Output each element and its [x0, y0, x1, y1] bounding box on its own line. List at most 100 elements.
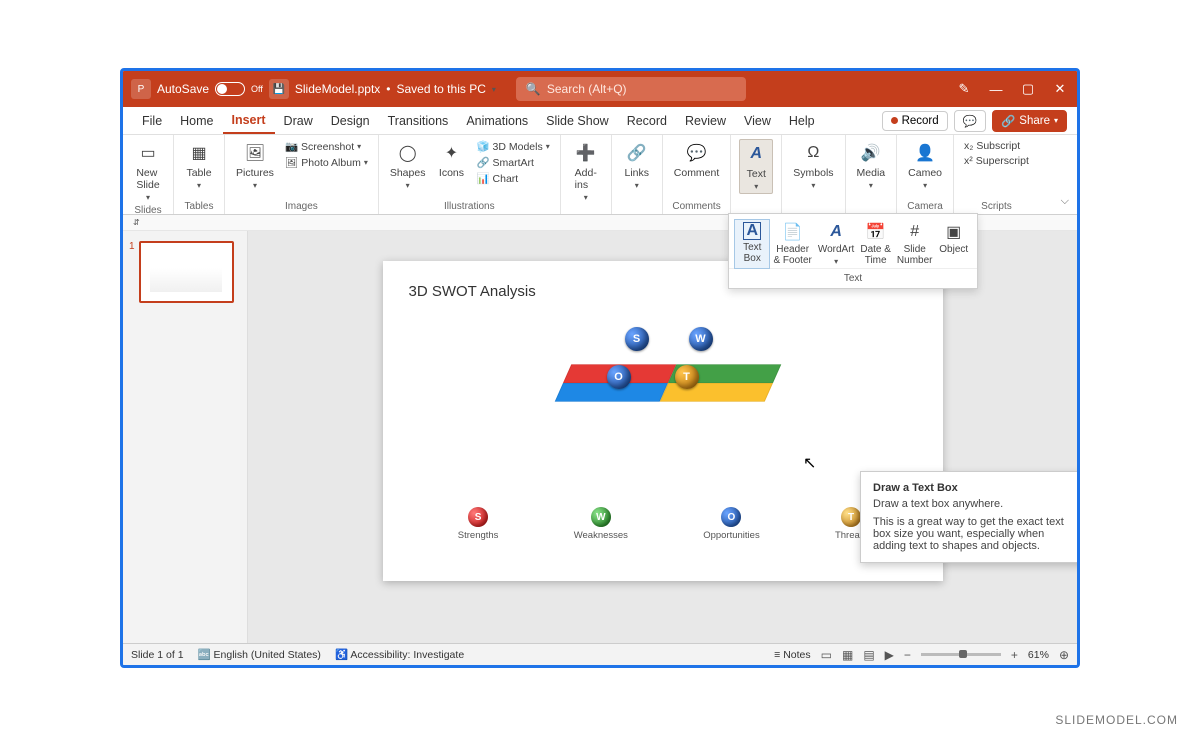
tooltip-line2: This is a great way to get the exact tex… [873, 516, 1077, 552]
ribbon: ▭New Slide▾ Slides ▦Table▾ Tables 🖼Pictu… [123, 135, 1077, 215]
cameo-icon: 👤 [912, 141, 938, 165]
zoom-level[interactable]: 61% [1028, 649, 1049, 661]
zoom-slider[interactable] [921, 653, 1001, 656]
menu-home[interactable]: Home [171, 107, 222, 134]
thumbnail-panel[interactable]: 1 [123, 231, 248, 643]
subscript-button[interactable]: x₂ Subscript [962, 139, 1031, 153]
pictures-icon: 🖼 [242, 141, 268, 165]
menu-animations[interactable]: Animations [457, 107, 537, 134]
group-camera: 👤Cameo▾Camera [897, 135, 954, 214]
swot-legend: SStrengths WWeaknesses OOpportunities TT… [383, 507, 943, 541]
text-flyout: AText Box 📄Header & Footer AWordArt▾ 📅Da… [728, 213, 978, 289]
legend-strengths: SStrengths [458, 507, 499, 541]
autosave-state: Off [251, 84, 263, 94]
media-button[interactable]: 🔊Media▾ [854, 139, 889, 192]
thumb-number: 1 [129, 241, 135, 303]
view-sorter-icon[interactable]: ▦ [842, 648, 853, 662]
menu-draw[interactable]: Draw [275, 107, 322, 134]
saved-state[interactable]: Saved to this PC [396, 82, 485, 96]
title-bar: P AutoSave Off 💾 SlideModel.pptx • Saved… [123, 71, 1077, 107]
group-images: 🖼Pictures▾ 📷 Screenshot ▾ 🖼 Photo Album … [225, 135, 379, 214]
menu-file[interactable]: File [133, 107, 171, 134]
status-lang[interactable]: 🔤 English (United States) [198, 648, 321, 661]
close-button[interactable]: ✕ [1051, 81, 1069, 97]
bullet: • [386, 82, 390, 96]
text-button[interactable]: AText▾ [739, 139, 773, 194]
links-button[interactable]: 🔗Links▾ [620, 139, 654, 192]
icons-button[interactable]: ✦Icons [434, 139, 468, 181]
cursor-icon: ↖ [803, 453, 816, 473]
menu-insert[interactable]: Insert [223, 107, 275, 134]
autosave-toggle[interactable]: AutoSave Off [157, 82, 263, 96]
status-bar: Slide 1 of 1 🔤 English (United States) ♿… [123, 643, 1077, 665]
notes-button[interactable]: ≡ Notes [774, 649, 810, 661]
toggle-icon [215, 82, 245, 96]
group-tables: ▦Table▾ Tables [174, 135, 225, 214]
slide-canvas[interactable]: ↖ 3D SWOT Analysis S W O T SStrengths WW… [248, 231, 1077, 643]
status-slide[interactable]: Slide 1 of 1 [131, 649, 184, 661]
minimize-button[interactable]: — [987, 82, 1005, 97]
view-normal-icon[interactable]: ▭ [821, 648, 832, 662]
search-icon: 🔍 [526, 82, 541, 96]
screenshot-button[interactable]: 📷 Screenshot ▾ [283, 139, 370, 154]
swot-3d-graphic: S W O T [563, 321, 773, 431]
search-box[interactable]: 🔍 [516, 77, 746, 101]
status-accessibility[interactable]: ♿ Accessibility: Investigate [335, 648, 464, 661]
legend-weaknesses: WWeaknesses [574, 507, 628, 541]
links-icon: 🔗 [624, 141, 650, 165]
header-footer-button[interactable]: 📄Header & Footer [771, 220, 813, 268]
save-icon[interactable]: 💾 [269, 79, 289, 99]
menu-design[interactable]: Design [322, 107, 379, 134]
fit-window-icon[interactable]: ⊕ [1059, 648, 1069, 662]
superscript-button[interactable]: x² Superscript [962, 154, 1031, 168]
record-dot-icon [891, 117, 898, 124]
table-button[interactable]: ▦Table▾ [182, 139, 216, 192]
maximize-button[interactable]: ▢ [1019, 81, 1037, 97]
datetime-button[interactable]: 📅Date & Time [858, 220, 893, 268]
pictures-button[interactable]: 🖼Pictures▾ [233, 139, 277, 192]
view-slideshow-icon[interactable]: ▶ [885, 648, 894, 662]
chevron-down-icon[interactable]: ▾ [492, 85, 496, 94]
tooltip-title: Draw a Text Box [873, 482, 1077, 494]
slide[interactable]: 3D SWOT Analysis S W O T SStrengths WWea… [383, 261, 943, 581]
flyout-group-label: Text [729, 268, 977, 288]
search-input[interactable] [547, 82, 736, 96]
view-reading-icon[interactable]: ▤ [863, 648, 874, 662]
record-button[interactable]: Record [882, 111, 948, 131]
3dmodels-button[interactable]: 🧊 3D Models ▾ [474, 139, 551, 154]
qat-chevron-icon[interactable]: ⇵ [133, 218, 140, 227]
menu-review[interactable]: Review [676, 107, 735, 134]
textbox-button[interactable]: AText Box [735, 220, 769, 268]
symbols-button[interactable]: ΩSymbols▾ [790, 139, 836, 192]
shapes-button[interactable]: ◯Shapes▾ [387, 139, 429, 192]
watermark: SLIDEMODEL.COM [1055, 713, 1178, 727]
new-slide-button[interactable]: ▭New Slide▾ [131, 139, 165, 204]
comments-button[interactable]: 💬 [954, 110, 986, 132]
object-button[interactable]: ▣Object [937, 220, 971, 268]
menu-record[interactable]: Record [618, 107, 676, 134]
menu-view[interactable]: View [735, 107, 780, 134]
slide-title: 3D SWOT Analysis [409, 283, 536, 300]
menu-transitions[interactable]: Transitions [379, 107, 458, 134]
group-slides: ▭New Slide▾ Slides [123, 135, 174, 214]
menu-help[interactable]: Help [780, 107, 824, 134]
new-slide-icon: ▭ [135, 141, 161, 165]
comment-button[interactable]: 💬Comment [671, 139, 723, 181]
share-button[interactable]: 🔗 Share ▾ [992, 110, 1067, 132]
menu-slideshow[interactable]: Slide Show [537, 107, 618, 134]
addins-button[interactable]: ➕Add- ins▾ [569, 139, 603, 204]
smartart-button[interactable]: 🔗 SmartArt [474, 155, 551, 170]
cameo-button[interactable]: 👤Cameo▾ [905, 139, 945, 192]
symbols-icon: Ω [800, 141, 826, 165]
zoom-in-button[interactable]: + [1011, 648, 1018, 662]
pen-icon[interactable]: ✎ [955, 81, 973, 97]
zoom-out-button[interactable]: − [904, 648, 911, 662]
group-symbols: ΩSymbols▾ [782, 135, 845, 214]
slidenumber-button[interactable]: #Slide Number [895, 220, 935, 268]
wordart-button[interactable]: AWordArt▾ [816, 220, 857, 268]
photo-album-button[interactable]: 🖼 Photo Album ▾ [283, 155, 370, 170]
table-icon: ▦ [186, 141, 212, 165]
collapse-ribbon-icon[interactable]: ⌵ [1061, 195, 1069, 208]
slide-thumbnail-1[interactable]: 1 [129, 241, 241, 303]
chart-button[interactable]: 📊 Chart [474, 171, 551, 186]
